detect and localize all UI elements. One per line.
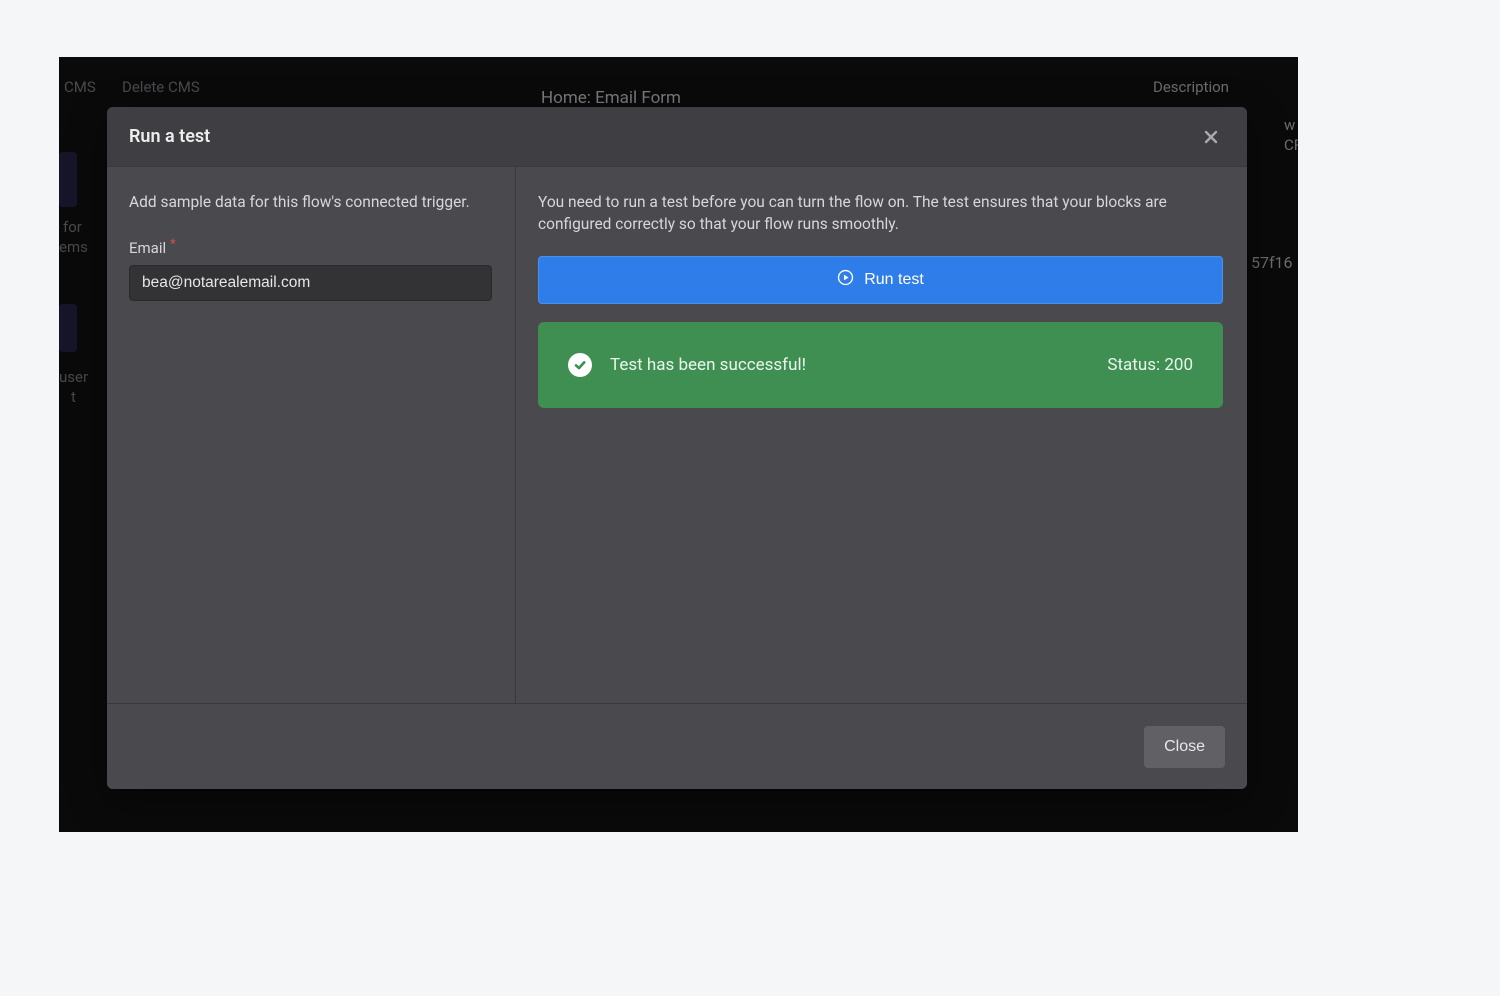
- right-pane: You need to run a test before you can tu…: [516, 167, 1247, 703]
- modal-body: Add sample data for this flow's connecte…: [107, 167, 1247, 703]
- modal-title: Run a test: [129, 126, 210, 147]
- email-input[interactable]: [129, 265, 492, 301]
- close-icon[interactable]: [1197, 123, 1225, 151]
- check-circle-icon: [568, 353, 592, 377]
- modal-header: Run a test: [107, 107, 1247, 167]
- left-pane: Add sample data for this flow's connecte…: [107, 167, 516, 703]
- run-test-button[interactable]: Run test: [538, 256, 1223, 304]
- left-intro: Add sample data for this flow's connecte…: [129, 191, 493, 213]
- right-note: You need to run a test before you can tu…: [538, 191, 1198, 236]
- modal-footer: Close: [107, 703, 1247, 789]
- email-label: Email *: [129, 239, 493, 257]
- status-code: Status: 200: [1107, 355, 1193, 375]
- run-test-modal: Run a test Add sample data for this flow…: [107, 107, 1247, 789]
- close-button[interactable]: Close: [1144, 726, 1225, 768]
- play-circle-icon: [837, 269, 854, 291]
- app-window: CMS Delete CMS Home: Email Form Descript…: [59, 57, 1298, 832]
- status-message: Test has been successful!: [610, 355, 1107, 375]
- required-asterisk: *: [170, 237, 176, 252]
- run-test-label: Run test: [864, 271, 924, 289]
- email-label-text: Email: [129, 239, 166, 257]
- status-banner: Test has been successful! Status: 200: [538, 322, 1223, 408]
